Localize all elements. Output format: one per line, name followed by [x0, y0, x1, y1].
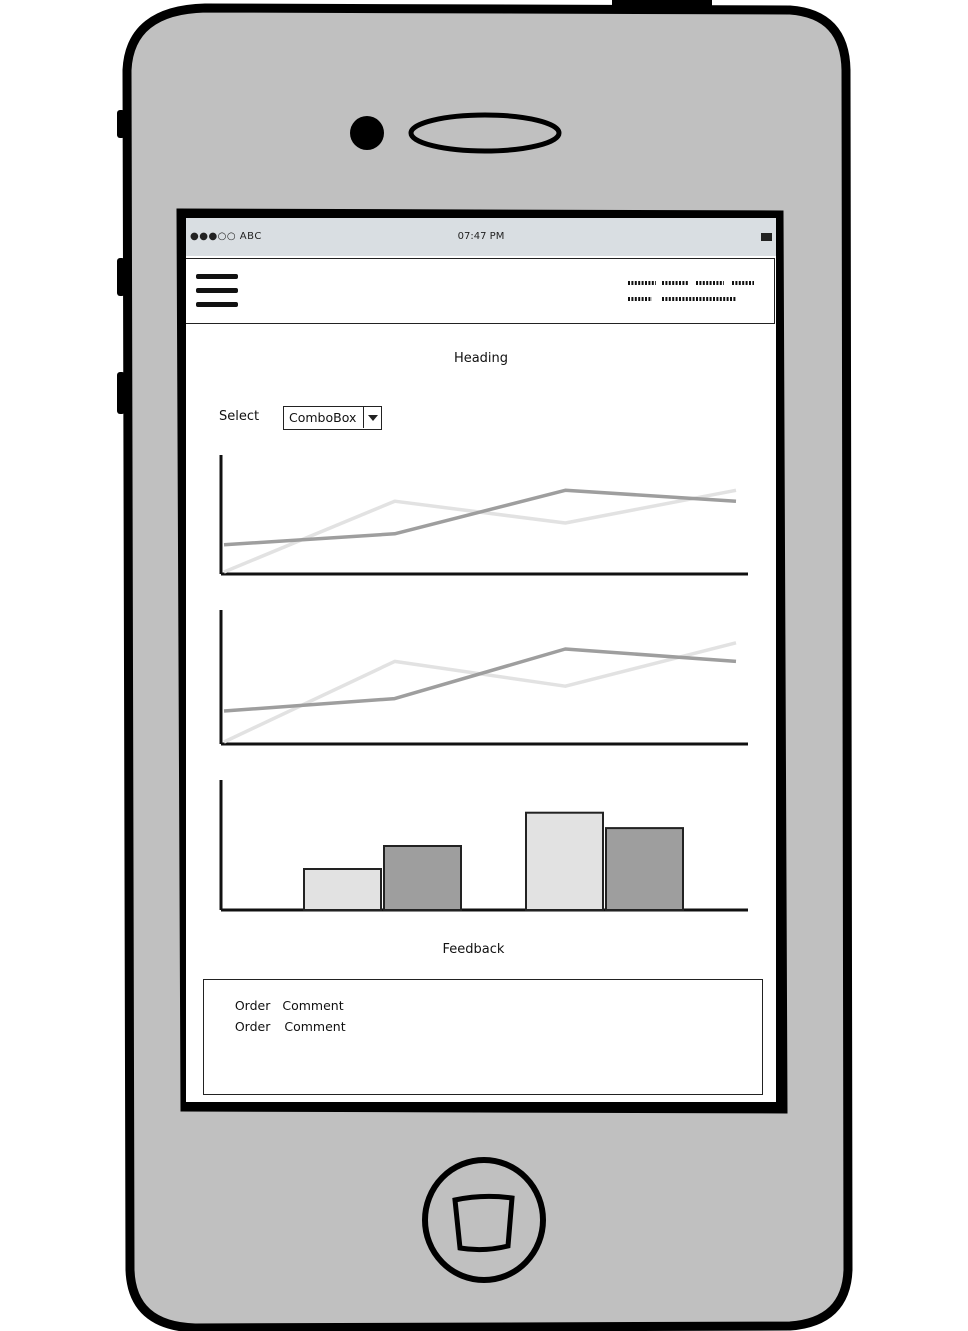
hamburger-menu-icon[interactable] — [196, 274, 238, 310]
feedback-list[interactable]: Order Comment Order Comment — [203, 979, 763, 1095]
comment-label: Comment — [284, 1019, 346, 1034]
combobox-value: ComboBox — [289, 410, 357, 425]
series-line-2 — [223, 488, 737, 547]
power-button[interactable] — [612, 0, 712, 7]
volume-down-button[interactable] — [117, 372, 125, 414]
series-line-2 — [223, 647, 737, 713]
series-line-1 — [223, 488, 737, 574]
order-label: Order — [234, 1019, 271, 1034]
page-heading: Heading — [453, 351, 509, 366]
screen: ●●●○○ ABC 07:47 PM Heading Select ComboB… — [186, 218, 776, 1102]
bar — [605, 827, 684, 911]
scribble-text-placeholder — [628, 281, 754, 301]
chevron-down-icon — [368, 415, 378, 421]
status-time: 07:47 PM — [457, 231, 505, 242]
feedback-title: Feedback — [442, 942, 505, 957]
line-chart-1 — [219, 455, 748, 576]
combobox-dropdown-button[interactable] — [363, 407, 381, 428]
nav-bar — [186, 258, 775, 324]
line-chart-2 — [219, 610, 748, 746]
volume-up-button[interactable] — [117, 258, 125, 296]
front-camera-icon — [350, 116, 384, 150]
battery-icon — [761, 233, 772, 241]
bar — [303, 868, 382, 911]
status-bar: ●●●○○ ABC 07:47 PM — [186, 218, 776, 256]
series-line-1 — [223, 641, 737, 744]
bar — [383, 845, 462, 911]
bar — [525, 811, 604, 912]
list-item[interactable]: Order Comment — [211, 1004, 346, 1049]
ringer-switch — [117, 110, 125, 138]
bar-chart — [219, 780, 748, 912]
combobox[interactable]: ComboBox — [283, 406, 382, 430]
select-label: Select — [219, 409, 260, 424]
